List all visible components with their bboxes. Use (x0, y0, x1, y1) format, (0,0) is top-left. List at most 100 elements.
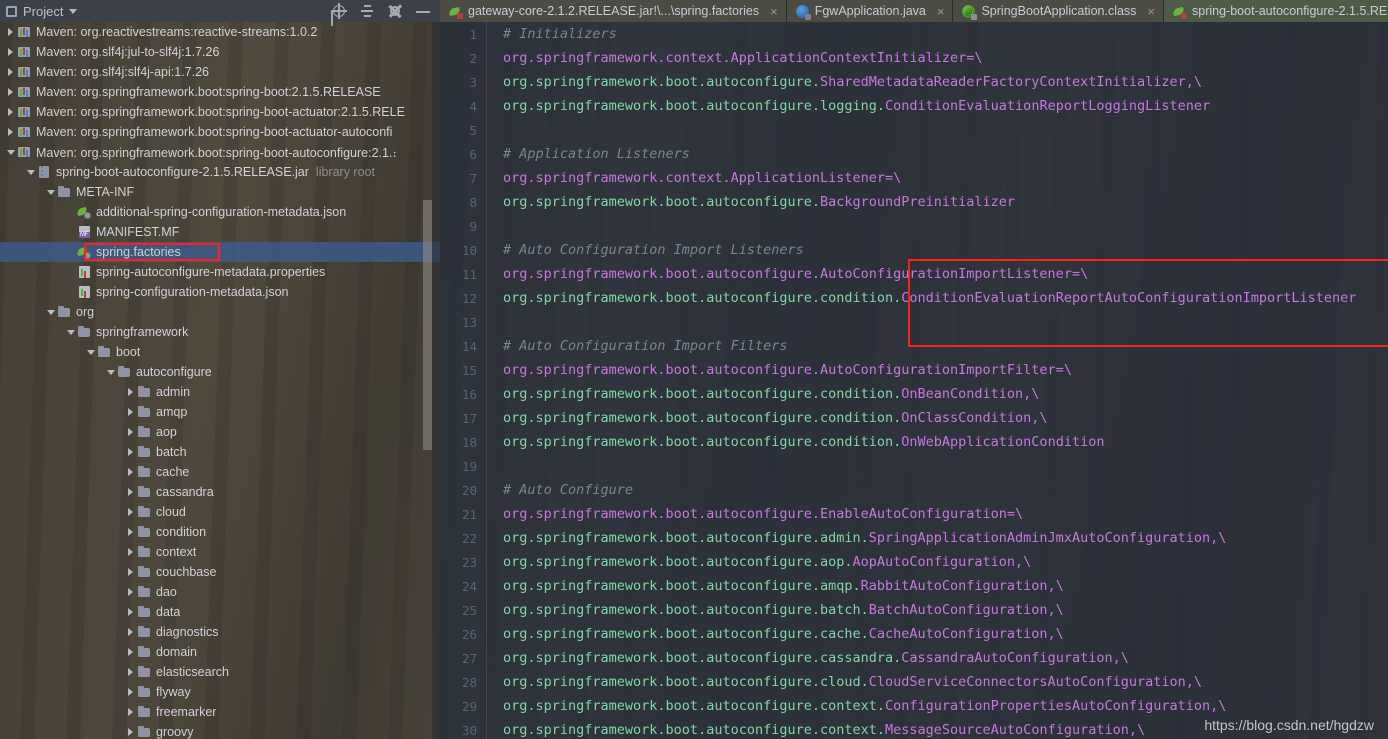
line-code[interactable]: # Application Listeners (486, 142, 690, 166)
line-code[interactable]: org.springframework.boot.autoconfigure.c… (486, 406, 1048, 430)
tree-row[interactable]: boot (0, 342, 440, 362)
line-code[interactable]: org.springframework.boot.autoconfigure. E… (486, 502, 1023, 526)
tree-row[interactable]: Maven: org.springframework.boot:spring-b… (0, 82, 440, 102)
chevron-right-icon[interactable] (124, 528, 137, 536)
chevron-right-icon[interactable] (124, 608, 137, 616)
line-code[interactable]: org.springframework.boot.autoconfigure. A… (486, 262, 1088, 286)
chevron-right-icon[interactable] (4, 128, 17, 136)
project-tree[interactable]: Maven: org.reactivestreams:reactive-stre… (0, 22, 440, 739)
settings-gear-icon[interactable] (388, 4, 402, 18)
line-code[interactable]: org.springframework.boot.autoconfigure.c… (486, 646, 1129, 670)
line-code[interactable]: org.springframework.boot.autoconfigure.c… (486, 286, 1356, 310)
chevron-right-icon[interactable] (4, 108, 17, 116)
chevron-right-icon[interactable] (124, 568, 137, 576)
tree-row[interactable]: context (0, 542, 440, 562)
chevron-down-icon[interactable] (84, 350, 97, 355)
chevron-down-icon[interactable] (64, 330, 77, 335)
line-code[interactable]: org.springframework.boot.autoconfigure.c… (486, 382, 1039, 406)
chevron-right-icon[interactable] (4, 68, 17, 76)
line-code[interactable]: org.springframework.boot.autoconfigure.a… (486, 550, 1031, 574)
line-code[interactable] (486, 454, 503, 478)
minimize-icon[interactable] (416, 4, 430, 18)
line-code[interactable] (486, 310, 503, 334)
chevron-right-icon[interactable] (124, 668, 137, 676)
line-code[interactable]: org.springframework.boot.autoconfigure. B… (486, 190, 1015, 214)
line-code[interactable]: org.springframework.boot.autoconfigure.l… (486, 94, 1210, 118)
tree-row[interactable]: batch (0, 442, 440, 462)
chevron-down-icon[interactable] (4, 150, 17, 155)
chevron-right-icon[interactable] (124, 708, 137, 716)
tree-row[interactable]: spring-autoconfigure-metadata.properties (0, 262, 440, 282)
line-code[interactable]: org.springframework.boot.autoconfigure.c… (486, 430, 1104, 454)
tree-row[interactable]: dao (0, 582, 440, 602)
tree-row[interactable]: condition (0, 522, 440, 542)
editor-tab-3[interactable]: spring-boot-autoconfigure-2.1.5.RELEAS (1164, 0, 1388, 22)
tree-row[interactable]: couchbase (0, 562, 440, 582)
tree-row[interactable]: cassandra (0, 482, 440, 502)
chevron-down-icon[interactable] (69, 8, 78, 14)
close-icon[interactable]: × (937, 4, 945, 19)
line-code[interactable]: org.springframework.context. ApplicationL… (486, 166, 901, 190)
tree-row-selected[interactable]: spring.factories (0, 242, 440, 262)
chevron-right-icon[interactable] (4, 48, 17, 56)
tree-row[interactable]: org (0, 302, 440, 322)
tree-row[interactable]: diagnostics (0, 622, 440, 642)
line-code[interactable]: org.springframework.boot.autoconfigure.a… (486, 526, 1226, 550)
chevron-right-icon[interactable] (124, 588, 137, 596)
line-code[interactable]: org.springframework.boot.autoconfigure. S… (486, 70, 1202, 94)
editor-tab-1[interactable]: FgwApplication.java × (786, 0, 954, 22)
tree-row[interactable]: groovy (0, 722, 440, 739)
chevron-right-icon[interactable] (124, 648, 137, 656)
line-code[interactable]: # Auto Configuration Import Filters (486, 334, 787, 358)
line-code[interactable]: org.springframework.boot.autoconfigure. A… (486, 358, 1072, 382)
tree-row[interactable]: Maven: org.springframework.boot:spring-b… (0, 122, 440, 142)
tree-row[interactable]: domain (0, 642, 440, 662)
editor-tab-0[interactable]: gateway-core-2.1.2.RELEASE.jar!\...\spri… (440, 0, 787, 22)
chevron-right-icon[interactable] (124, 508, 137, 516)
close-icon[interactable]: × (1147, 4, 1155, 19)
project-panel-header[interactable]: Project (0, 0, 290, 22)
editor-tab-2[interactable]: @ SpringBootApplication.class × (953, 0, 1165, 22)
line-code[interactable]: org.springframework.boot.autoconfigure.a… (486, 574, 1064, 598)
tree-row[interactable]: aop (0, 422, 440, 442)
chevron-down-icon[interactable] (44, 310, 57, 315)
line-code[interactable]: # Auto Configuration Import Listeners (486, 238, 804, 262)
line-code[interactable] (486, 118, 503, 142)
tree-row[interactable]: spring-configuration-metadata.json (0, 282, 440, 302)
tree-row[interactable]: flyway (0, 682, 440, 702)
tree-row[interactable]: MF MANIFEST.MF (0, 222, 440, 242)
chevron-right-icon[interactable] (124, 388, 137, 396)
tree-row[interactable]: springframework (0, 322, 440, 342)
line-code[interactable]: org.springframework.boot.autoconfigure.c… (486, 718, 1145, 739)
chevron-right-icon[interactable] (124, 688, 137, 696)
close-icon[interactable]: × (770, 4, 778, 19)
line-code[interactable]: # Initializers (486, 22, 617, 46)
tree-row[interactable]: elasticsearch (0, 662, 440, 682)
line-code[interactable]: org.springframework.context. ApplicationC… (486, 46, 983, 70)
locate-icon[interactable] (331, 3, 347, 19)
tree-row[interactable]: additional-spring-configuration-metadata… (0, 202, 440, 222)
chevron-down-icon[interactable] (104, 370, 117, 375)
tree-row[interactable]: admin (0, 382, 440, 402)
tree-row[interactable]: Maven: org.slf4j:slf4j-api:1.7.26 (0, 62, 440, 82)
tree-row[interactable]: Maven: org.springframework.boot:spring-b… (0, 142, 440, 162)
tree-row[interactable]: spring-boot-autoconfigure-2.1.5.RELEASE.… (0, 162, 440, 182)
tree-row[interactable]: META-INF (0, 182, 440, 202)
code-editor[interactable]: 1 # Initializers 2 org.springframework.cont… (440, 22, 1388, 739)
chevron-down-icon[interactable] (24, 170, 37, 175)
chevron-right-icon[interactable] (124, 628, 137, 636)
tree-row[interactable]: autoconfigure (0, 362, 440, 382)
line-code[interactable]: org.springframework.boot.autoconfigure.c… (486, 670, 1202, 694)
tree-row[interactable]: freemarker (0, 702, 440, 722)
tree-row[interactable]: amqp (0, 402, 440, 422)
chevron-right-icon[interactable] (124, 448, 137, 456)
line-code[interactable]: org.springframework.boot.autoconfigure.b… (486, 598, 1064, 622)
chevron-down-icon[interactable] (44, 190, 57, 195)
chevron-right-icon[interactable] (124, 428, 137, 436)
chevron-right-icon[interactable] (124, 488, 137, 496)
tree-row[interactable]: cache (0, 462, 440, 482)
collapse-all-icon[interactable] (360, 4, 374, 18)
chevron-right-icon[interactable] (4, 88, 17, 96)
line-code[interactable] (486, 214, 503, 238)
line-code[interactable]: # Auto Configure (486, 478, 633, 502)
